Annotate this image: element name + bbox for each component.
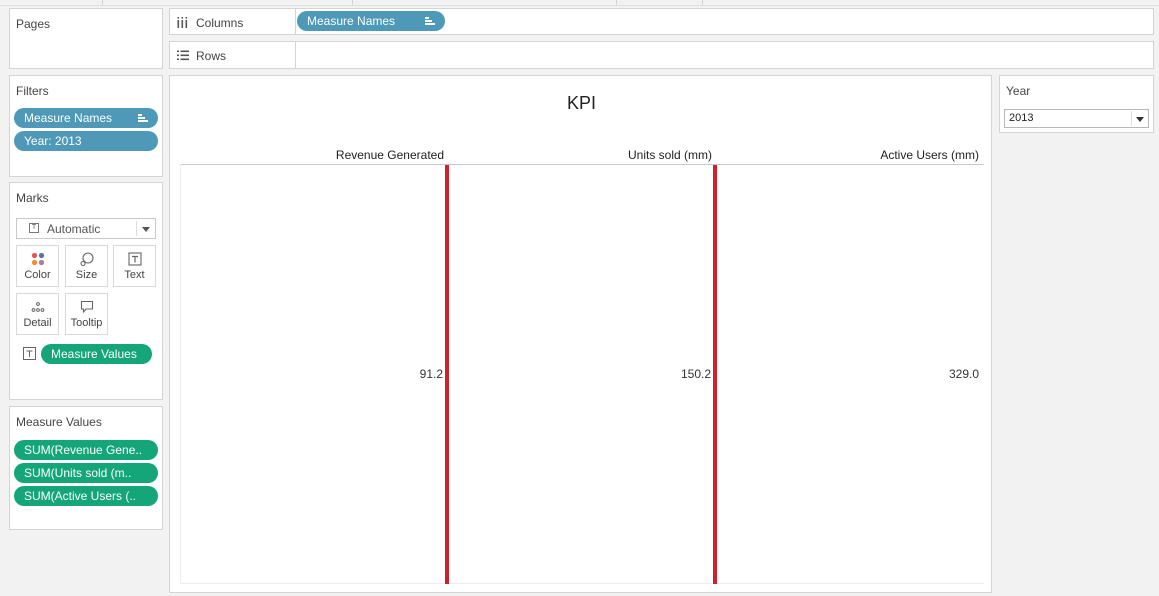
rows-icon bbox=[177, 50, 189, 61]
color-button[interactable]: Color bbox=[16, 245, 59, 287]
text-encoding-icon bbox=[23, 347, 36, 360]
filter-pill-label: Year: 2013 bbox=[24, 134, 82, 148]
mark-type-dropdown[interactable]: T Automatic bbox=[16, 218, 156, 239]
rows-shelf-label: Rows bbox=[170, 42, 296, 68]
strip-tick bbox=[702, 0, 703, 5]
detail-button[interactable]: Detail bbox=[16, 293, 59, 335]
measure-pill-users[interactable]: SUM(Active Users (.. bbox=[14, 486, 158, 506]
pane-border bbox=[180, 583, 984, 584]
columns-pill-measure-names[interactable]: Measure Names bbox=[297, 11, 445, 31]
column-header-revenue[interactable]: Revenue Generated bbox=[180, 148, 444, 162]
tooltip-icon bbox=[80, 300, 94, 314]
pages-title: Pages bbox=[16, 17, 51, 31]
mark-type-label: Automatic bbox=[47, 222, 101, 236]
size-button[interactable]: Size bbox=[65, 245, 108, 287]
chevron-down-icon bbox=[142, 227, 150, 232]
sort-icon bbox=[138, 113, 148, 123]
columns-label: Columns bbox=[196, 16, 244, 30]
columns-pill-label: Measure Names bbox=[307, 14, 396, 28]
header-rule bbox=[180, 164, 984, 165]
tooltip-button-label: Tooltip bbox=[70, 317, 103, 329]
size-icon bbox=[80, 252, 94, 266]
column-header-users[interactable]: Active Users (mm) bbox=[716, 148, 979, 162]
filter-pill-year[interactable]: Year: 2013 bbox=[14, 131, 158, 151]
marks-pill-measure-values[interactable]: Measure Values bbox=[41, 344, 152, 364]
marks-pill-label: Measure Values bbox=[51, 347, 137, 361]
measure-values-card[interactable]: Measure Values SUM(Revenue Gene.. SUM(Un… bbox=[9, 406, 163, 530]
filter-pill-label: Measure Names bbox=[24, 111, 113, 125]
chevron-down-icon bbox=[1136, 117, 1144, 122]
filter-pill-measure-names[interactable]: Measure Names bbox=[14, 108, 158, 128]
filters-card[interactable]: Filters Measure Names Year: 2013 bbox=[9, 75, 163, 177]
measure-pill-label: SUM(Revenue Gene.. bbox=[24, 443, 143, 457]
dropdown-separator bbox=[1131, 111, 1132, 126]
rows-shelf[interactable]: Rows bbox=[169, 41, 1154, 69]
kpi-value-units[interactable]: 150.2 bbox=[448, 367, 711, 381]
measure-values-title: Measure Values bbox=[16, 415, 102, 429]
tooltip-button[interactable]: Tooltip bbox=[65, 293, 108, 335]
text-button-label: Text bbox=[124, 269, 145, 281]
kpi-value-users[interactable]: 329.0 bbox=[716, 367, 979, 381]
detail-button-label: Detail bbox=[23, 317, 52, 329]
filters-title: Filters bbox=[16, 84, 49, 98]
pages-card[interactable]: Pages bbox=[9, 8, 163, 69]
rows-label: Rows bbox=[196, 49, 227, 63]
text-button[interactable]: Text bbox=[113, 245, 156, 287]
strip-tick bbox=[352, 0, 353, 5]
measure-pill-label: SUM(Active Users (.. bbox=[24, 489, 137, 503]
kpi-value-revenue[interactable]: 91.2 bbox=[180, 367, 443, 381]
color-icon bbox=[31, 252, 45, 266]
size-button-label: Size bbox=[75, 269, 98, 281]
marks-card[interactable]: Marks T Automatic Color Size Text Detail… bbox=[9, 182, 163, 400]
year-filter-card[interactable]: Year 2013 bbox=[999, 75, 1154, 133]
strip-tick bbox=[102, 0, 103, 5]
strip-tick bbox=[616, 0, 617, 5]
view-title: KPI bbox=[566, 93, 596, 113]
year-select-value: 2013 bbox=[1009, 112, 1034, 124]
dropdown-separator bbox=[136, 221, 137, 236]
text-icon bbox=[128, 252, 142, 266]
color-button-label: Color bbox=[24, 269, 51, 281]
detail-icon bbox=[31, 302, 45, 312]
text-mark-icon: T bbox=[29, 223, 39, 233]
columns-icon bbox=[177, 17, 188, 28]
year-filter-title: Year bbox=[1006, 84, 1031, 98]
column-header-units[interactable]: Units sold (mm) bbox=[448, 148, 712, 162]
measure-pill-label: SUM(Units sold (m.. bbox=[24, 466, 132, 480]
kpi-view[interactable]: KPI Revenue Generated Units sold (mm) Ac… bbox=[169, 75, 992, 593]
measure-pill-revenue[interactable]: SUM(Revenue Gene.. bbox=[14, 440, 158, 460]
sort-icon bbox=[425, 16, 435, 26]
measure-pill-units[interactable]: SUM(Units sold (m.. bbox=[14, 463, 158, 483]
columns-shelf-label: Columns bbox=[170, 9, 296, 34]
columns-shelf[interactable]: Columns Measure Names bbox=[169, 8, 1154, 35]
top-tab-strip bbox=[0, 0, 1159, 6]
marks-title: Marks bbox=[16, 191, 49, 205]
year-select[interactable]: 2013 bbox=[1004, 109, 1149, 128]
